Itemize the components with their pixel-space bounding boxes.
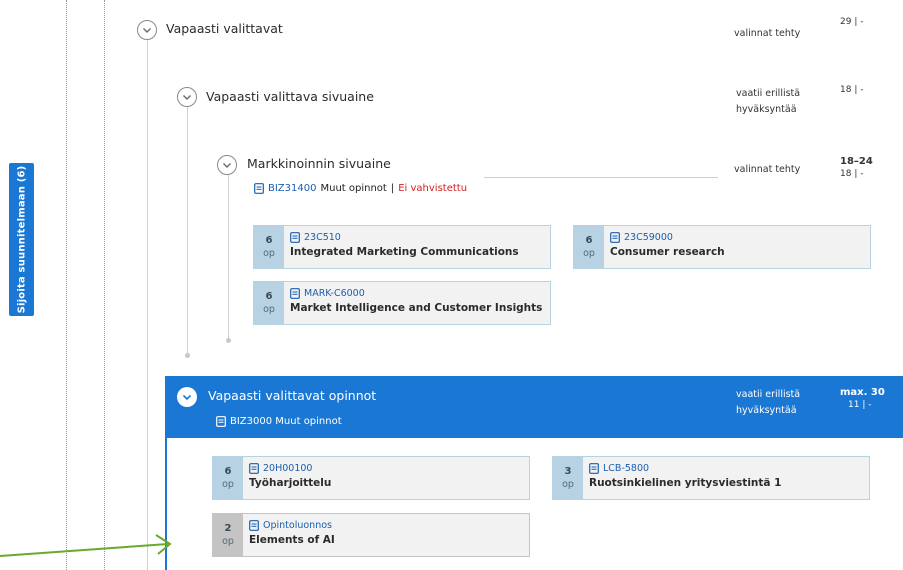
course-credits: 6 op <box>254 282 284 324</box>
arrow-icon <box>0 534 172 557</box>
group-title: Vapaasti valittava sivuaine <box>206 89 374 104</box>
chevron-down-icon <box>143 28 151 33</box>
group-credit-count: 29 | - <box>840 17 864 27</box>
group-title: Vapaasti valittavat opinnot <box>208 388 377 403</box>
document-icon <box>589 463 599 474</box>
course-name: Ruotsinkielinen yritysviestintä 1 <box>589 477 782 489</box>
course-card[interactable]: 6 op MARK-C6000 Market Intelligence and … <box>253 281 551 325</box>
course-code[interactable]: MARK-C6000 <box>304 288 365 299</box>
place-in-plan-button[interactable]: Sijoita suunnitelmaan (6) <box>9 163 34 316</box>
column-divider-1 <box>66 0 67 570</box>
approval-state: Ei vahvistettu <box>398 183 468 194</box>
course-credits: 6 op <box>254 226 284 268</box>
document-icon <box>249 520 259 531</box>
course-code[interactable]: 23C59000 <box>624 232 673 243</box>
collapse-toggle-group[interactable] <box>177 87 197 107</box>
group-code: BIZ3000 Muut opinnot <box>230 416 342 427</box>
chevron-down-icon <box>223 163 231 168</box>
course-card-draft[interactable]: 2 op Opintoluonnos Elements of AI <box>212 513 530 557</box>
chevron-down-icon <box>182 394 192 401</box>
group-status: valinnat tehty <box>734 28 801 39</box>
course-code[interactable]: 23C510 <box>304 232 341 243</box>
tree-line-level3 <box>228 175 229 340</box>
group-code-line: BIZ3000 Muut opinnot <box>216 416 342 427</box>
tree-line-level1 <box>147 40 148 570</box>
course-card[interactable]: 3 op LCB-5800 Ruotsinkielinen yritysvies… <box>552 456 870 500</box>
group-kind: Muut opinnot <box>320 183 387 194</box>
course-card[interactable]: 6 op 23C59000 Consumer research <box>573 225 871 269</box>
course-code[interactable]: 20H00100 <box>263 463 312 474</box>
group-code-link[interactable]: BIZ31400 <box>268 183 316 194</box>
collapse-toggle-group[interactable] <box>217 155 237 175</box>
separator: | <box>390 183 395 194</box>
course-name: Elements of AI <box>249 534 335 546</box>
group-title: Markkinoinnin sivuaine <box>247 156 391 171</box>
document-icon <box>254 183 264 194</box>
group-title: Vapaasti valittavat <box>166 21 283 36</box>
course-name: Consumer research <box>610 246 725 258</box>
group-status: vaatii erillistä hyväksyntää <box>736 389 801 416</box>
course-name: Työharjoittelu <box>249 477 332 489</box>
collapse-toggle-group[interactable] <box>137 20 157 40</box>
course-code[interactable]: Opintoluonnos <box>263 520 332 531</box>
group-status: vaatii erillistä hyväksyntää <box>736 88 801 115</box>
divider-line <box>484 177 718 178</box>
group-credit-count: 18 | - <box>840 85 864 95</box>
document-icon <box>290 232 300 243</box>
column-divider-2 <box>104 0 105 570</box>
tree-line-level2 <box>187 107 188 355</box>
course-code[interactable]: LCB-5800 <box>603 463 649 474</box>
course-credits: 6 op <box>574 226 604 268</box>
course-card[interactable]: 6 op 20H00100 Työharjoittelu <box>212 456 530 500</box>
course-card[interactable]: 6 op 23C510 Integrated Marketing Communi… <box>253 225 551 269</box>
course-credits: 2 op <box>213 514 243 556</box>
course-name: Market Intelligence and Customer Insight… <box>290 302 543 314</box>
course-name: Integrated Marketing Communications <box>290 246 519 258</box>
document-icon <box>249 463 259 474</box>
document-icon <box>290 288 300 299</box>
tree-node-dot <box>185 353 190 358</box>
group-code-line: BIZ31400 Muut opinnot | Ei vahvistettu <box>254 183 467 194</box>
group-status: valinnat tehty <box>734 164 801 175</box>
place-in-plan-label: Sijoita suunnitelmaan (6) <box>16 165 28 314</box>
document-icon <box>610 232 620 243</box>
tree-node-dot <box>226 338 231 343</box>
group-credit-count: 18–24 18 | - <box>840 156 873 179</box>
document-icon <box>216 416 226 427</box>
group-credit-count: max. 30 11 | - <box>840 387 885 410</box>
chevron-down-icon <box>183 95 191 100</box>
collapse-toggle-group[interactable] <box>177 387 197 407</box>
course-credits: 6 op <box>213 457 243 499</box>
course-credits: 3 op <box>553 457 583 499</box>
